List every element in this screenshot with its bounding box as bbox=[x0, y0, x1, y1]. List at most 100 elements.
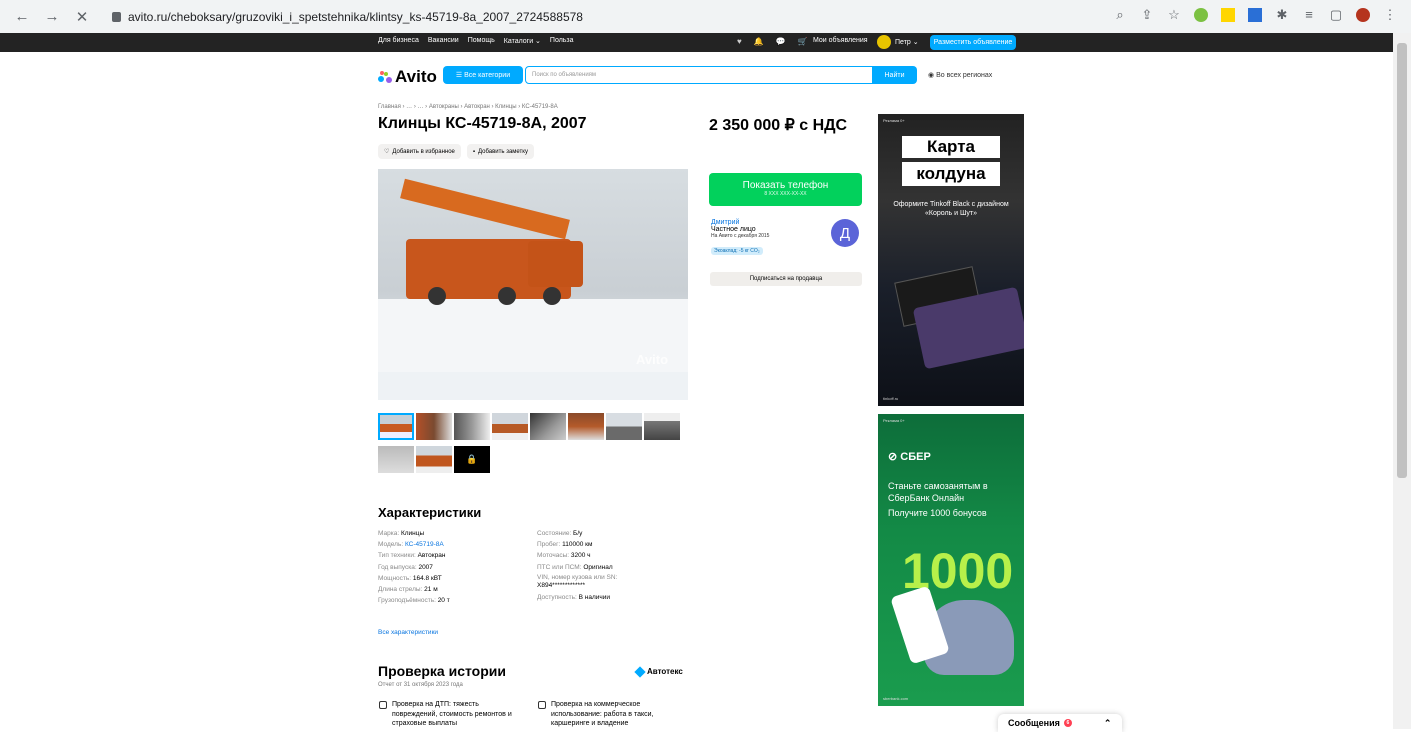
heart-icon: ♡ bbox=[384, 149, 390, 155]
cart-icon[interactable]: 🛒 bbox=[798, 37, 808, 46]
sber-logo: ⊘ СБЕР bbox=[888, 451, 931, 463]
history-heading: Проверка истории bbox=[378, 663, 506, 679]
photo-thumbnail[interactable] bbox=[606, 413, 642, 440]
photo-thumbnail[interactable] bbox=[644, 413, 680, 440]
topbar-link[interactable]: Польза bbox=[550, 37, 574, 45]
logo-icon bbox=[378, 71, 392, 83]
search-icon[interactable]: ⌕ bbox=[1113, 8, 1127, 22]
price: 2 350 000 ₽ с НДС bbox=[709, 117, 848, 134]
find-button[interactable]: Найти bbox=[872, 66, 917, 84]
topbar-link[interactable]: Помощь bbox=[468, 37, 495, 45]
autoteka-icon bbox=[634, 665, 646, 678]
sidepanel-icon[interactable]: ▢ bbox=[1329, 8, 1343, 22]
extension-icon[interactable] bbox=[1194, 8, 1208, 22]
seller-avatar[interactable]: Д bbox=[831, 219, 859, 247]
all-characteristics-link[interactable]: Все характеристики bbox=[378, 629, 438, 636]
search-input[interactable]: Поиск по объявлениям bbox=[525, 66, 874, 84]
extension-icon[interactable] bbox=[1221, 8, 1235, 22]
topbar-link[interactable]: Для бизнеса bbox=[378, 37, 419, 45]
add-favorite-button[interactable]: ♡ Добавить в избранное bbox=[378, 144, 461, 159]
top-bar: Для бизнеса Вакансии Помощь Каталоги ⌄ П… bbox=[0, 33, 1393, 52]
subscribe-button[interactable]: Подписаться на продавца bbox=[710, 272, 862, 286]
chevron-up-icon[interactable]: ⌃ bbox=[1104, 718, 1112, 729]
taxi-icon bbox=[538, 701, 546, 709]
spec-row: Год выпуска: 2007 bbox=[378, 563, 433, 571]
ad-title: колдуна bbox=[902, 162, 1000, 186]
back-icon[interactable]: ← bbox=[14, 8, 30, 26]
show-phone-button[interactable]: Показать телефон 8 XXX XXX-XX-XX bbox=[709, 173, 862, 206]
puzzle-icon[interactable]: ✱ bbox=[1275, 8, 1289, 22]
photo-thumbnail[interactable] bbox=[378, 446, 414, 473]
topbar-link[interactable]: Каталоги ⌄ bbox=[504, 37, 541, 45]
spec-row: Пробег: 110000 км bbox=[537, 541, 593, 549]
spec-row: ПТС или ПСМ: Оригинал bbox=[537, 563, 613, 571]
locked-photo-button[interactable]: 🔒 bbox=[454, 446, 490, 473]
photo-thumbnail[interactable] bbox=[492, 413, 528, 440]
spec-row: Длина стрелы: 21 м bbox=[378, 586, 438, 594]
add-note-button[interactable]: ▪ Добавить заметку bbox=[466, 144, 534, 159]
profile-avatar[interactable] bbox=[1356, 8, 1370, 22]
scrollbar[interactable] bbox=[1393, 33, 1411, 729]
browser-toolbar: ← → ✕ avito.ru/cheboksary/gruzoviki_i_sp… bbox=[0, 0, 1411, 33]
ad-subtitle: Оформите Tinkoff Black с дизайном «Корол… bbox=[893, 201, 1009, 217]
avatar bbox=[877, 35, 891, 49]
breadcrumb[interactable]: Главная › … › … › Автокраны › Автокран ›… bbox=[378, 104, 558, 110]
spec-row: Моточасы: 3200 ч bbox=[537, 552, 591, 560]
photo-thumbnail[interactable] bbox=[416, 446, 452, 473]
photo-thumbnails: 🔒 bbox=[378, 413, 688, 479]
forward-icon[interactable]: → bbox=[44, 8, 60, 26]
spec-row: Модель: КС-45719-8А bbox=[378, 541, 444, 549]
watermark: Avito bbox=[636, 352, 669, 367]
region-selector[interactable]: ◉ Во всех регионах bbox=[928, 71, 992, 79]
scrollbar-thumb[interactable] bbox=[1397, 43, 1407, 478]
all-categories-button[interactable]: ☰ Все категории bbox=[443, 66, 523, 84]
model-link[interactable]: КС-45719-8А bbox=[405, 541, 444, 548]
ad-footer: sberbank.com bbox=[883, 696, 909, 701]
user-name: Петр ⌄ bbox=[895, 39, 919, 46]
history-subtitle: Отчет от 31 октября 2023 года bbox=[378, 682, 463, 688]
eco-badge: Экоаклад: -5 кг CO₂ bbox=[711, 247, 763, 255]
location-pin-icon: ◉ bbox=[928, 72, 935, 79]
address-bar[interactable]: avito.ru/cheboksary/gruzoviki_i_spetsteh… bbox=[112, 10, 583, 24]
favorites-icon[interactable]: ♥ bbox=[737, 37, 742, 46]
characteristics-heading: Характеристики bbox=[378, 505, 482, 520]
photo-thumbnail[interactable] bbox=[378, 413, 414, 440]
ad-label: Реклама 0+ bbox=[883, 118, 905, 123]
ad-label: Реклама 0+ bbox=[883, 418, 905, 423]
close-icon[interactable]: ✕ bbox=[74, 8, 90, 26]
lock-icon bbox=[112, 11, 121, 22]
ad-banner-sber[interactable]: Реклама 0+ ⊘ СБЕР Станьте самозанятым в … bbox=[878, 414, 1024, 706]
lock-icon: 🔒 bbox=[466, 454, 478, 464]
topbar-link[interactable]: Вакансии bbox=[428, 37, 459, 45]
notifications-icon[interactable]: 🔔 bbox=[754, 37, 764, 46]
my-ads-link[interactable]: Мои объявления bbox=[813, 37, 868, 44]
menu-icon[interactable]: ⋮ bbox=[1383, 8, 1397, 22]
post-ad-button[interactable]: Разместить объявление bbox=[930, 35, 1016, 50]
photo-thumbnail[interactable] bbox=[416, 413, 452, 440]
photo-thumbnail[interactable] bbox=[454, 413, 490, 440]
spec-row: Мощность: 164.8 кВТ bbox=[378, 574, 442, 582]
avito-logo[interactable]: Avito bbox=[378, 67, 437, 87]
ad-title: Карта bbox=[902, 136, 1000, 158]
autoteka-logo[interactable]: Автотекс bbox=[634, 665, 683, 678]
sber-icon: ⊘ bbox=[888, 451, 901, 463]
user-menu[interactable]: Петр ⌄ bbox=[877, 35, 919, 49]
url-text: avito.ru/cheboksary/gruzoviki_i_spetsteh… bbox=[128, 9, 583, 24]
star-icon[interactable]: ☆ bbox=[1167, 8, 1181, 22]
spec-row: Состояние: Б/у bbox=[537, 530, 583, 537]
seller-card: Дмитрий Частное лицо На Авито с декабря … bbox=[711, 219, 861, 257]
crash-icon bbox=[379, 701, 387, 709]
ad-banner-tinkoff[interactable]: Реклама 0+ Карта колдуна Оформите Tinkof… bbox=[878, 114, 1024, 406]
main-photo[interactable]: Avito bbox=[378, 169, 688, 400]
extension-icon[interactable] bbox=[1248, 8, 1262, 22]
messages-widget[interactable]: Сообщения 6 ⌃ bbox=[998, 714, 1122, 732]
chat-icon[interactable]: 💬 bbox=[776, 37, 786, 46]
ad-text: Станьте самозанятым в СберБанк Онлайн bbox=[888, 481, 988, 503]
share-icon[interactable]: ⇪ bbox=[1140, 8, 1154, 22]
history-check-item: Проверка на коммерческое использование: … bbox=[538, 700, 683, 729]
ad-subtitle: Получите 1000 бонусов bbox=[888, 508, 987, 518]
reading-list-icon[interactable]: ≡ bbox=[1302, 8, 1316, 22]
photo-thumbnail[interactable] bbox=[530, 413, 566, 440]
photo-thumbnail[interactable] bbox=[568, 413, 604, 440]
spec-row: Доступность: В наличии bbox=[537, 593, 611, 601]
